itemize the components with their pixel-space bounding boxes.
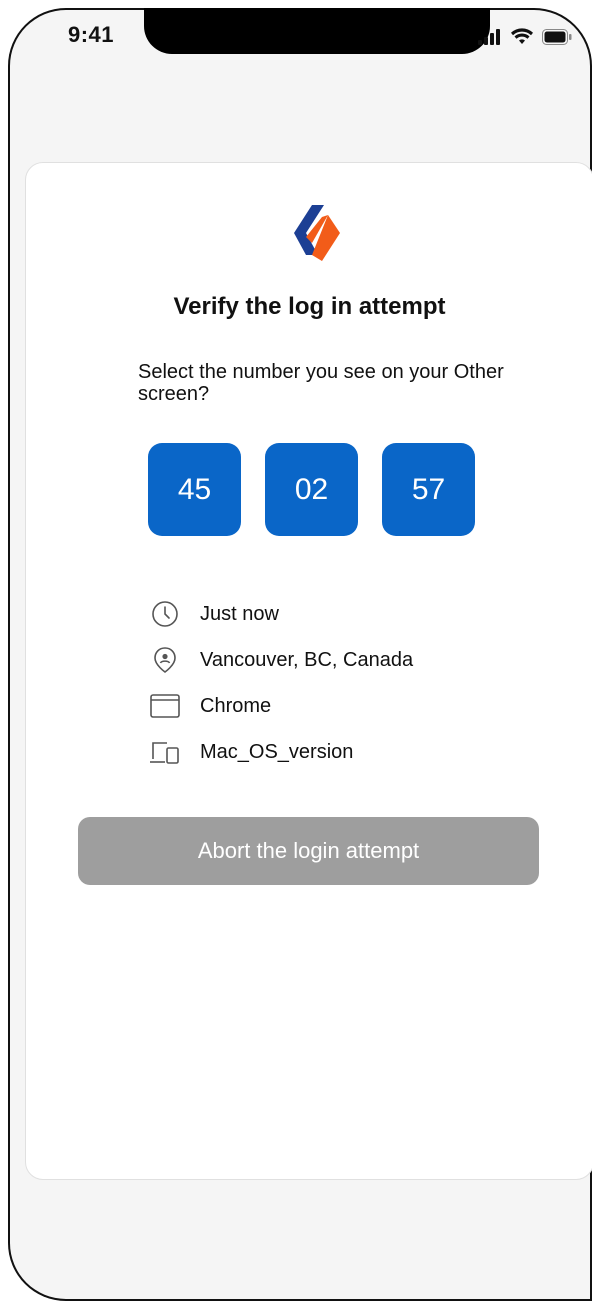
detail-browser: Chrome <box>148 683 413 729</box>
number-button-2[interactable]: 02 <box>265 443 358 536</box>
devices-icon <box>148 735 182 769</box>
attempt-details: Just now Vancouver, BC, Canada Chrome Ma… <box>148 591 413 775</box>
notch <box>144 8 490 54</box>
signal-icon <box>478 29 502 50</box>
detail-time-text: Just now <box>200 602 279 625</box>
number-button-1[interactable]: 45 <box>148 443 241 536</box>
page-title: Verify the log in attempt <box>173 293 446 320</box>
detail-device-text: Mac_OS_version <box>200 740 354 763</box>
status-icons <box>478 28 572 51</box>
abort-login-button[interactable]: Abort the login attempt <box>78 817 539 885</box>
number-choices: 45 02 57 <box>148 443 475 536</box>
detail-location-text: Vancouver, BC, Canada <box>200 648 414 671</box>
status-time: 9:41 <box>68 22 115 47</box>
location-pin-icon <box>148 643 182 677</box>
number-button-3[interactable]: 57 <box>382 443 475 536</box>
browser-window-icon <box>148 689 182 723</box>
detail-time: Just now <box>148 591 413 637</box>
battery-icon <box>542 29 572 50</box>
brand-logo <box>288 203 348 263</box>
instruction-text: Select the number you see on your Other … <box>138 361 504 405</box>
detail-device: Mac_OS_version <box>148 729 413 775</box>
verification-card: Verify the log in attempt Select the num… <box>25 162 592 1180</box>
clock-icon <box>148 597 182 631</box>
detail-browser-text: Chrome <box>200 694 272 717</box>
wifi-icon <box>510 28 534 51</box>
phone-frame: 9:41 Verify the log in attempt Select th… <box>8 8 592 1301</box>
detail-location: Vancouver, BC, Canada <box>148 637 413 683</box>
